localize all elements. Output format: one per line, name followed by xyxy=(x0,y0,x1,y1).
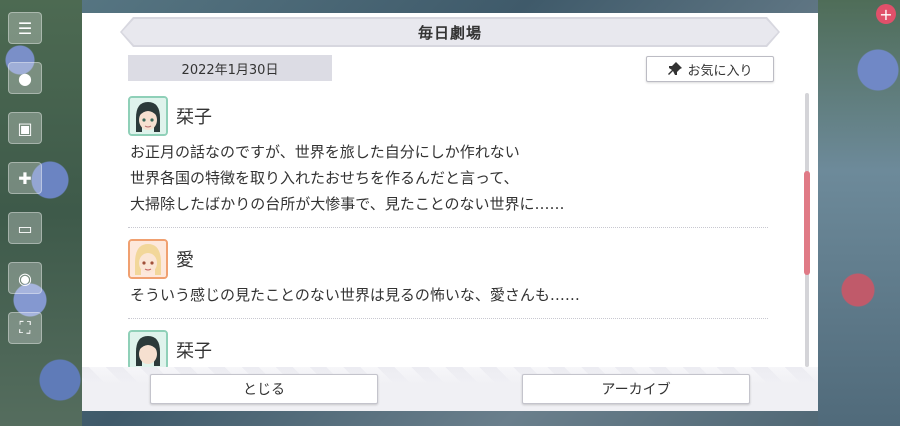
dialogue-log[interactable]: 栞子 お正月の話なのですが、世界を旅した自分にしか作れない 世界各国の特徴を取り… xyxy=(128,93,768,369)
background-left: ☰ ● ▣ ✚ ▭ ◉ ⛶ xyxy=(0,0,82,426)
screen-icon[interactable]: ▭ xyxy=(8,212,42,244)
pin-icon xyxy=(667,61,683,77)
avatar-ai xyxy=(128,239,168,279)
close-button[interactable]: とじる xyxy=(150,374,378,404)
scrollbar-thumb[interactable] xyxy=(804,171,810,275)
dialogue-line: お正月の話なのですが、世界を旅した自分にしか作れない xyxy=(130,143,520,161)
daily-theater-dialog: 毎日劇場 2022年1月30日 お気に入り 栞子 お正月の話なのですが、世界を旅… xyxy=(82,13,818,411)
fullscreen-icon[interactable]: ⛶ xyxy=(8,312,42,344)
favorite-button[interactable]: お気に入り xyxy=(646,56,774,82)
avatar-shioriko xyxy=(128,96,168,136)
dialogue-entry: 愛 そういう感じの見たことのない世界は見るの怖いな、愛さんも…… xyxy=(128,236,768,319)
background-right: + xyxy=(818,0,900,426)
menu-icon[interactable]: ☰ xyxy=(8,12,42,44)
entry-divider xyxy=(128,227,768,228)
camera-icon[interactable]: ◉ xyxy=(8,262,42,294)
speaker-name: 愛 xyxy=(176,250,194,271)
plus-icon[interactable]: + xyxy=(876,4,896,24)
dialogue-entry: 栞子 お正月の話なのですが、世界を旅した自分にしか作れない 世界各国の特徴を取り… xyxy=(128,93,768,228)
dialogue-line: 世界各国の特徴を取り入れたおせちを作るんだと言って、 xyxy=(130,169,519,187)
speaker-row: 栞子 xyxy=(128,327,768,369)
date-label: 2022年1月30日 xyxy=(128,55,332,81)
scrollbar-track[interactable] xyxy=(804,93,810,367)
chat-icon[interactable]: ● xyxy=(8,62,42,94)
gift-icon[interactable]: ✚ xyxy=(8,162,42,194)
shop-icon[interactable]: ▣ xyxy=(8,112,42,144)
speaker-name: 栞子 xyxy=(176,341,212,362)
avatar-shioriko xyxy=(128,330,168,369)
dialogue-line: 大掃除したばかりの台所が大惨事で、見たことのない世界に…… xyxy=(130,195,565,213)
dialogue-line: そういう感じの見たことのない世界は見るの怖いな、愛さんも…… xyxy=(130,286,580,304)
archive-button[interactable]: アーカイブ xyxy=(522,374,750,404)
dialog-title: 毎日劇場 xyxy=(122,19,778,45)
favorite-label: お気に入り xyxy=(687,63,753,79)
speaker-row: 愛 xyxy=(128,236,768,282)
entry-divider xyxy=(128,318,768,319)
speaker-name: 栞子 xyxy=(176,107,212,128)
dialogue-entry: 栞子 xyxy=(128,327,768,369)
speaker-row: 栞子 xyxy=(128,93,768,139)
